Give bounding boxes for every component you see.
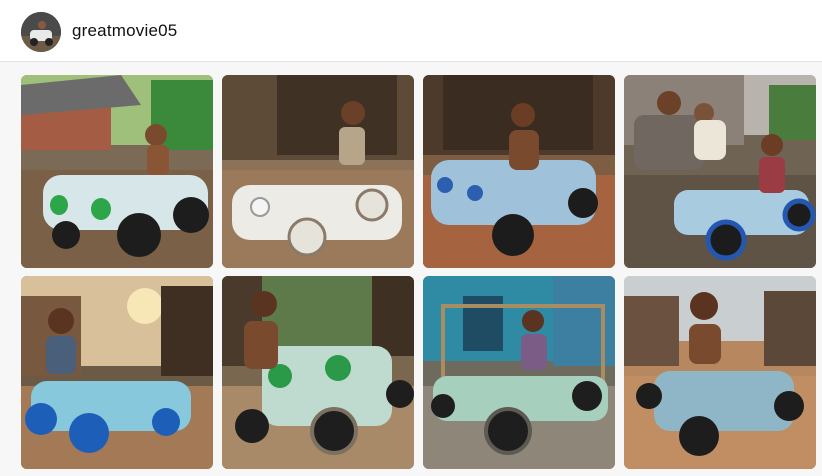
image-tile-6[interactable] — [222, 276, 414, 469]
plastic-bottle-car-photo — [222, 75, 414, 268]
plastic-bottle-car-photo — [222, 276, 414, 469]
username[interactable]: greatmovie05 — [72, 20, 177, 42]
plastic-bottle-car-photo — [624, 276, 816, 469]
user-avatar-icon — [21, 12, 61, 52]
post-header: greatmovie05 — [0, 0, 822, 62]
image-tile-8[interactable] — [624, 276, 816, 469]
plastic-bottle-car-photo — [21, 75, 213, 268]
image-tile-3[interactable] — [423, 75, 615, 268]
user-avatar[interactable] — [21, 12, 61, 52]
image-tile-5[interactable] — [21, 276, 213, 469]
image-tile-1[interactable] — [21, 75, 213, 268]
plastic-bottle-car-photo — [423, 276, 615, 469]
image-tile-2[interactable] — [222, 75, 414, 268]
image-tile-7[interactable] — [423, 276, 615, 469]
plastic-bottle-car-photo — [624, 75, 816, 268]
image-tile-4[interactable] — [624, 75, 816, 268]
image-grid — [21, 75, 816, 469]
plastic-bottle-car-photo — [423, 75, 615, 268]
plastic-bottle-car-photo — [21, 276, 213, 469]
image-feed — [0, 62, 822, 476]
